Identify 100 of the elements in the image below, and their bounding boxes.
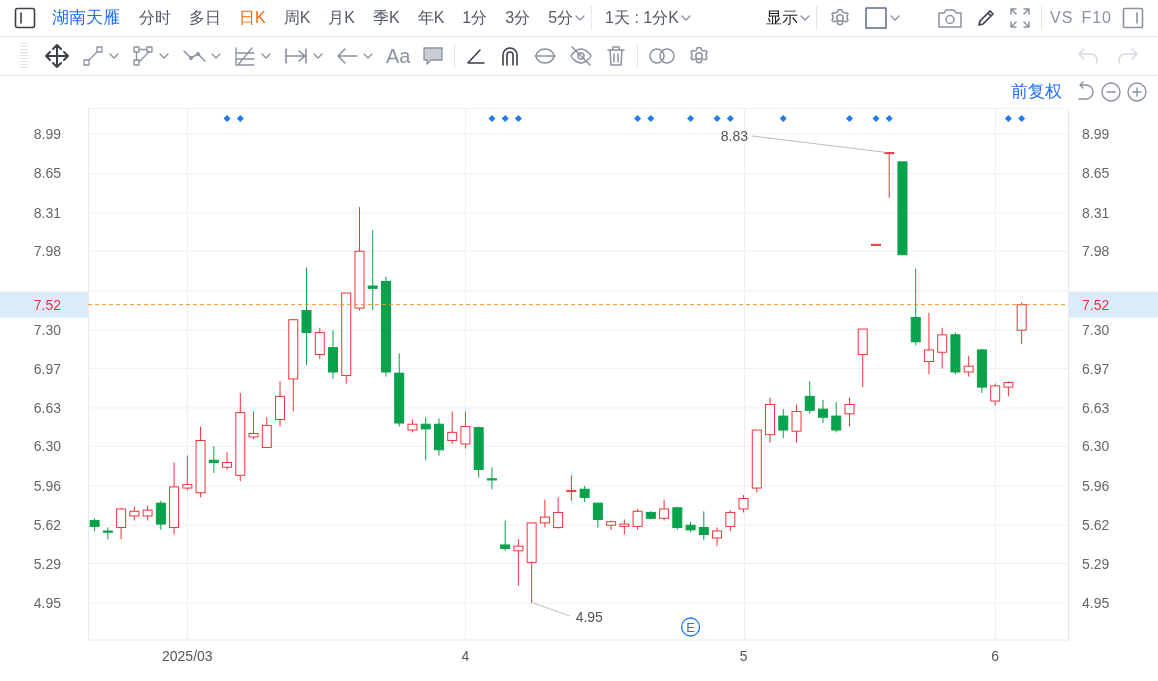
candle-body — [500, 544, 511, 549]
event-marker-icon[interactable] — [236, 115, 244, 122]
candle-wick — [213, 445, 215, 474]
period-tab[interactable]: 年K — [408, 10, 454, 26]
candle-wick — [835, 401, 837, 433]
zoom-out-icon — [1100, 81, 1122, 103]
event-marker-icon[interactable] — [846, 115, 853, 122]
event-marker-icon[interactable] — [1004, 115, 1012, 122]
event-marker-icon[interactable] — [647, 115, 655, 122]
candle-wick — [928, 312, 930, 375]
low-price-label: 4.95 — [575, 609, 603, 625]
axis-label: 8.65 — [33, 165, 61, 182]
range-dropdown[interactable]: 1天 : 1分K — [596, 10, 679, 26]
axis-label: 8.99 — [1082, 126, 1110, 142]
polygon-icon — [132, 45, 170, 67]
candle-body — [486, 478, 497, 481]
display-dropdown[interactable]: 显示 — [757, 10, 799, 26]
leader-line — [533, 602, 571, 617]
fibonacci-grid-icon — [234, 45, 272, 67]
axis-label: 6.97 — [1082, 360, 1110, 377]
period-tab[interactable]: 1分 — [453, 10, 497, 26]
event-marker-icon[interactable] — [687, 115, 695, 122]
overlap-circles-icon — [648, 45, 677, 67]
panel-toggle-icon — [1122, 7, 1144, 29]
event-marker-icon[interactable] — [726, 115, 734, 122]
period-tab[interactable]: 季K — [364, 10, 409, 26]
axis-label: 8.65 — [1082, 165, 1110, 182]
axis-label: 6.30 — [1082, 438, 1110, 455]
axis-label: 6.97 — [33, 360, 61, 377]
axis-label: 2025/03 — [162, 648, 213, 664]
period-tab[interactable]: 分时 — [130, 10, 180, 26]
event-badge[interactable]: E — [680, 617, 701, 637]
candle-wick — [464, 410, 466, 450]
axis-label: 7.98 — [1082, 243, 1110, 260]
candle-wick — [809, 380, 811, 415]
zoom-out-button[interactable] — [1098, 81, 1124, 103]
event-marker-icon[interactable] — [514, 115, 522, 122]
axis-label: 5 — [739, 648, 748, 664]
caret-icon — [800, 15, 811, 21]
caret-icon — [575, 15, 586, 21]
stock-name: 湖南天雁 — [51, 7, 121, 30]
candle-wick — [782, 408, 784, 439]
ref-line-label: 7.52 — [1082, 296, 1110, 313]
event-marker-icon[interactable] — [634, 115, 642, 122]
candle-body — [685, 524, 696, 531]
axis-label: 5.96 — [33, 477, 61, 494]
candle-wick — [425, 416, 427, 461]
candle-wick — [796, 404, 797, 444]
candle-wick — [253, 410, 255, 440]
axis-label: 5.62 — [33, 517, 61, 534]
axis-label: 7.30 — [33, 322, 61, 339]
axis-label: 4.95 — [33, 595, 61, 611]
event-marker-icon[interactable] — [223, 115, 231, 122]
event-marker-icon[interactable] — [872, 115, 880, 122]
trash-icon — [605, 45, 628, 67]
candle-wick — [451, 410, 453, 445]
axis-label: 5.62 — [1082, 517, 1110, 534]
period-tab[interactable]: 月K — [319, 10, 364, 26]
period-tab[interactable]: 3分 — [496, 10, 540, 26]
high-price-label: 8.83 — [720, 128, 748, 144]
arrow-icon — [336, 45, 374, 67]
axis-label: 7.30 — [1082, 322, 1110, 339]
event-marker-icon[interactable] — [779, 115, 787, 122]
candle-body — [778, 415, 789, 431]
measure-icon — [284, 45, 324, 67]
candle-wick — [570, 474, 572, 502]
event-marker-icon[interactable] — [885, 115, 893, 122]
sidebar-toggle-icon — [14, 7, 36, 29]
axis-label: 8.99 — [33, 126, 61, 142]
candle-wick — [716, 527, 718, 547]
price-tag: 7.52 — [1069, 291, 1158, 318]
candle-body — [870, 243, 881, 246]
candle-wick — [517, 538, 519, 587]
candle-body — [222, 462, 233, 468]
candle-body — [884, 152, 895, 155]
candle-wick — [663, 499, 665, 522]
period-tab[interactable]: 5分 — [539, 10, 574, 26]
axis-label: 8.31 — [1082, 204, 1110, 221]
line-segment-icon — [82, 45, 120, 67]
candle-body — [1016, 304, 1027, 331]
period-tab[interactable]: 周K — [274, 10, 320, 26]
event-marker-icon[interactable] — [1018, 115, 1026, 122]
axis-label: 6.63 — [33, 399, 61, 416]
axis-label: 5.29 — [1082, 555, 1110, 572]
ellipse-tool-icon — [533, 45, 558, 67]
period-tab[interactable]: 多日 — [180, 10, 230, 26]
fullscreen-icon — [1009, 7, 1032, 29]
zoom-in-button[interactable] — [1124, 81, 1150, 103]
event-marker-icon[interactable] — [488, 115, 496, 122]
candle-wick — [888, 152, 890, 199]
square-dropdown-icon — [865, 7, 902, 29]
adjustment-dropdown[interactable]: 前复权 — [1001, 79, 1072, 105]
candle-wick — [703, 510, 705, 541]
candle-wick — [849, 397, 850, 428]
event-marker-icon[interactable] — [501, 115, 509, 122]
event-marker-icon[interactable] — [713, 115, 721, 122]
candle-wick — [968, 355, 970, 378]
axis-label: 4 — [461, 648, 470, 664]
candle-wick — [491, 466, 493, 490]
candle-body — [844, 404, 855, 415]
